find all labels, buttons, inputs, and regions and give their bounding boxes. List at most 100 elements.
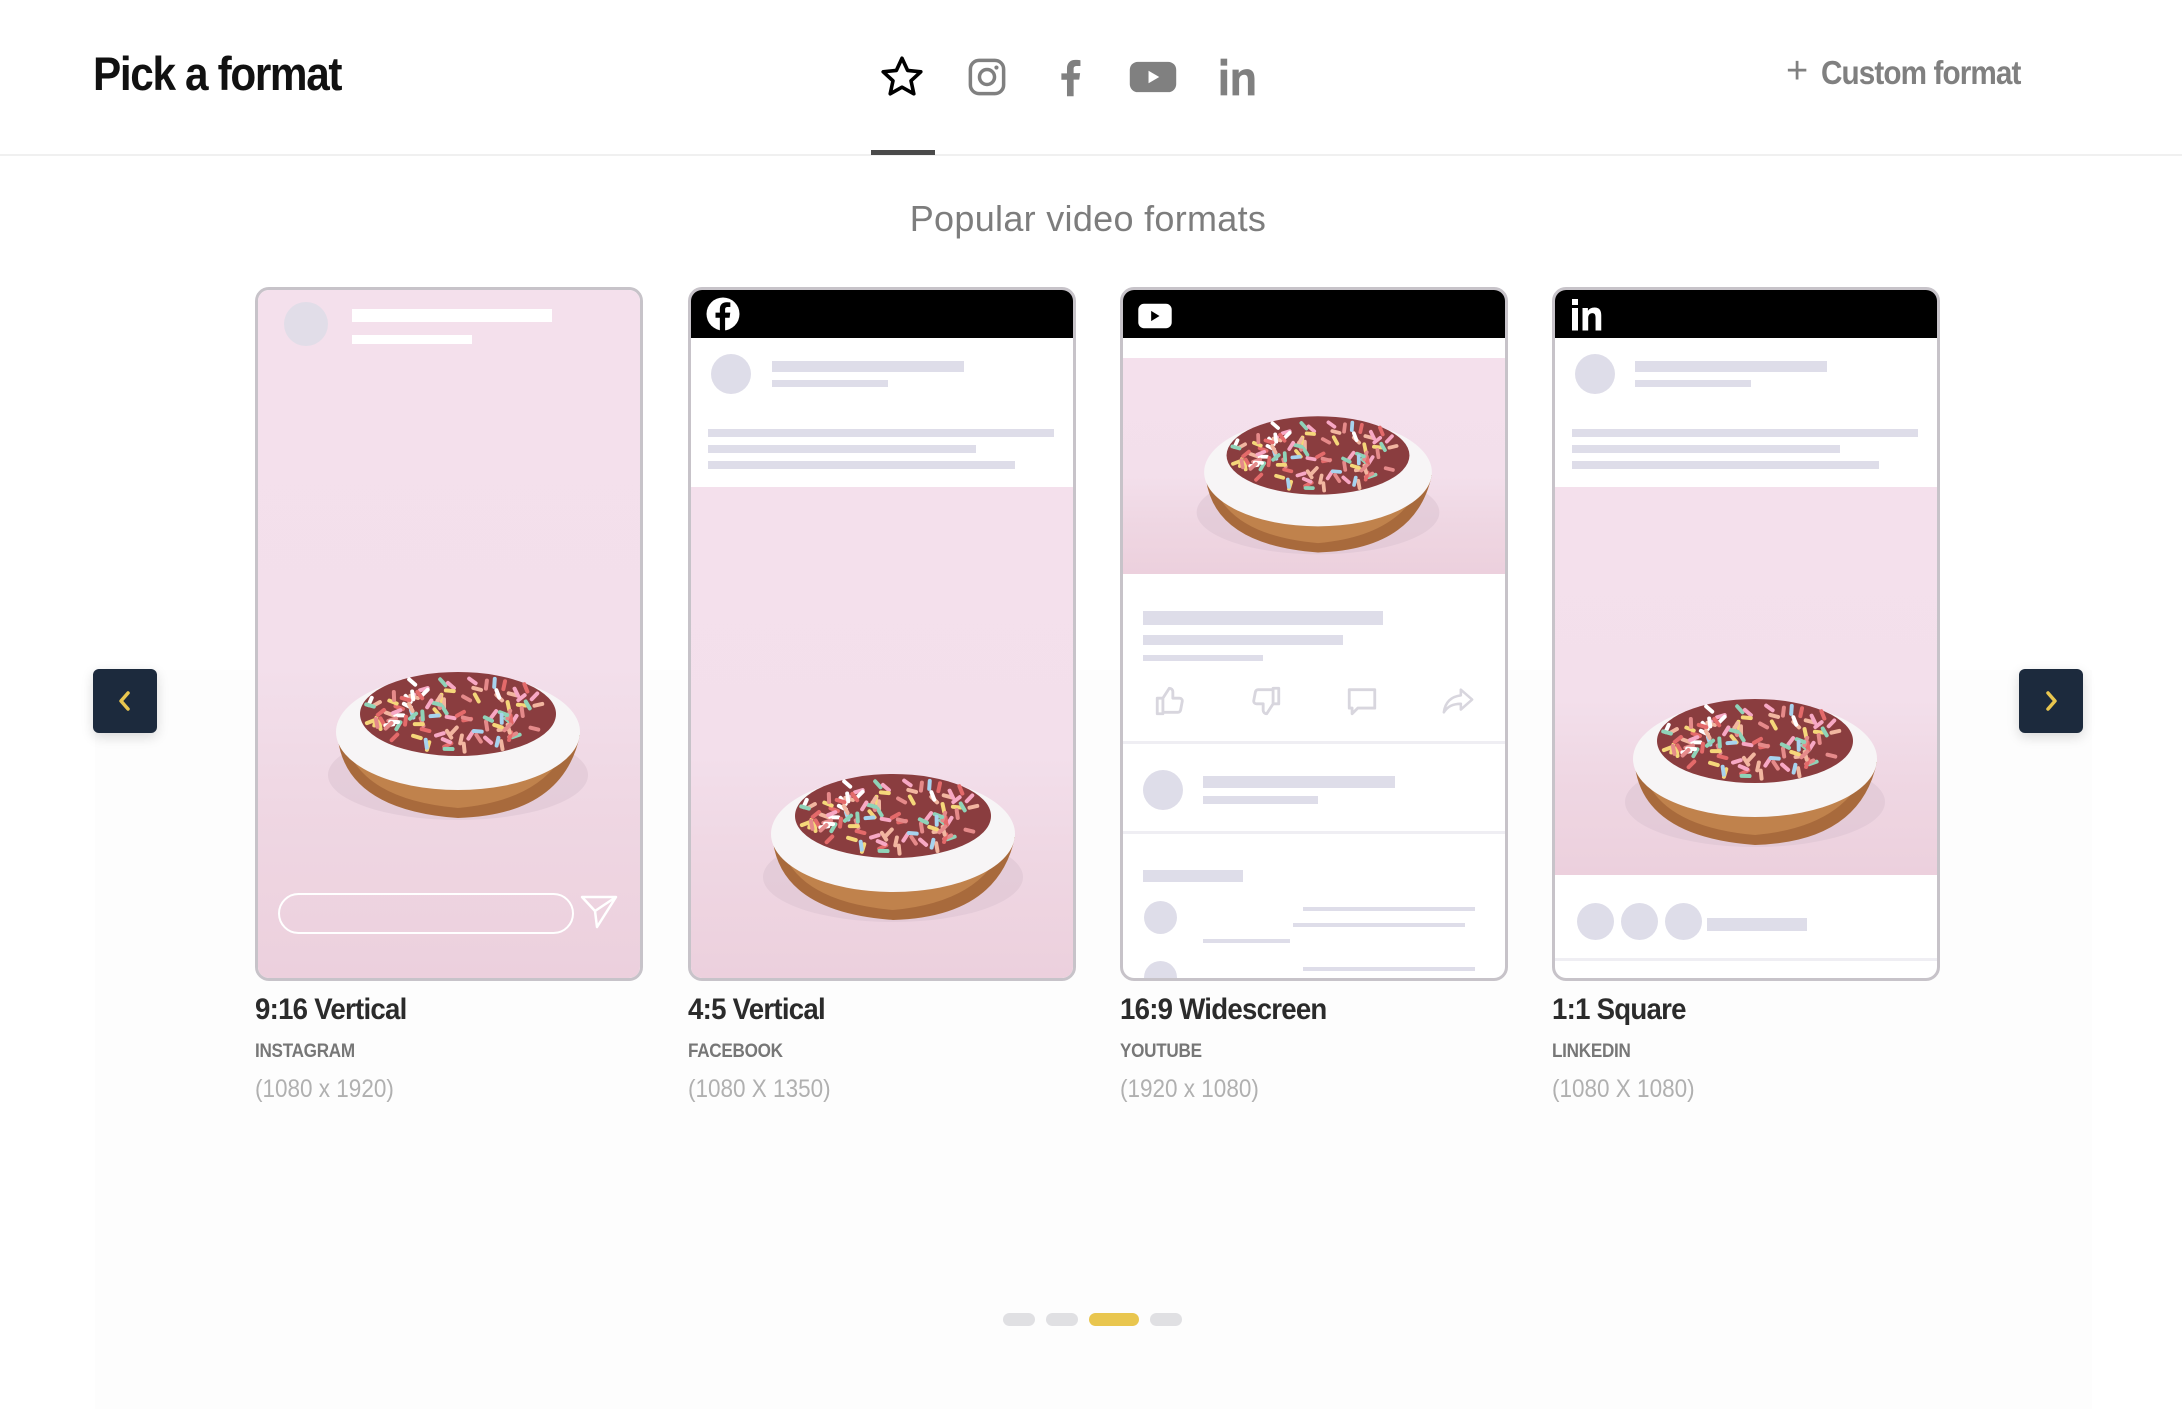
card-preview[interactable]: [688, 287, 1076, 981]
card-platform: LINKEDIN: [1552, 1041, 1631, 1062]
pagination-dot[interactable]: [1150, 1313, 1182, 1326]
text-placeholder: [708, 445, 976, 453]
section-subtitle: Popular video formats: [909, 198, 1267, 239]
tab-popular[interactable]: [872, 50, 932, 104]
reaction-placeholder: [1621, 903, 1658, 940]
thumbs-down-icon: [1252, 686, 1281, 716]
card-preview[interactable]: [1120, 287, 1508, 981]
linkedin-icon: [1572, 299, 1602, 331]
plus-icon: +: [1786, 50, 1808, 92]
text-placeholder: [1143, 655, 1263, 661]
tab-facebook[interactable]: [1041, 50, 1101, 104]
card-title: 9:16 Vertical: [255, 993, 407, 1026]
text-placeholder: [1203, 796, 1318, 804]
active-tab-indicator: [871, 150, 935, 155]
card-header-bar: [1555, 290, 1937, 338]
text-placeholder: [1707, 918, 1807, 931]
reaction-placeholder: [1665, 903, 1702, 940]
youtube-icon: [1138, 303, 1172, 329]
text-placeholder: [1572, 445, 1840, 453]
text-placeholder: [708, 429, 1054, 437]
custom-format-label: Custom format: [1821, 54, 2021, 91]
facebook-icon: [706, 297, 740, 332]
text-placeholder: [1293, 923, 1465, 927]
donut-photo: [1555, 487, 1937, 875]
custom-format-button[interactable]: + Custom format: [1786, 50, 2043, 92]
avatar-placeholder: [284, 302, 328, 346]
text-placeholder: [772, 380, 888, 387]
text-placeholder: [1143, 635, 1343, 645]
avatar-placeholder: [1144, 961, 1177, 978]
format-card-linkedin[interactable]: 1:1 Square LINKEDIN (1080 X 1080): [1552, 287, 1940, 1104]
card-preview[interactable]: [255, 287, 643, 981]
card-platform: INSTAGRAM: [255, 1041, 355, 1062]
page-title: Pick a format: [93, 47, 342, 100]
instagram-icon: [968, 58, 1006, 96]
carousel-prev-button[interactable]: [93, 669, 157, 733]
pagination-dot[interactable]: [1046, 1313, 1078, 1326]
text-placeholder: [1143, 870, 1243, 882]
card-title: 1:1 Square: [1552, 993, 1687, 1026]
donut-photo: [258, 290, 640, 978]
carousel-next-button[interactable]: [2019, 669, 2083, 733]
text-placeholder: [1572, 429, 1918, 437]
donut-photo: [691, 487, 1073, 978]
message-input[interactable]: [278, 893, 574, 934]
card-platform: FACEBOOK: [688, 1041, 783, 1062]
format-card-instagram[interactable]: 9:16 Vertical INSTAGRAM (1080 x 1920): [255, 287, 643, 1104]
format-card-youtube[interactable]: 16:9 Widescreen YOUTUBE (1920 x 1080): [1120, 287, 1508, 1104]
donut-photo: [1123, 358, 1505, 574]
text-placeholder: [1303, 907, 1475, 911]
card-dimensions: (1920 x 1080): [1120, 1075, 1259, 1103]
card-header-bar: [1123, 290, 1505, 338]
thumbs-up-icon: [1155, 686, 1184, 716]
youtube-icon: [1129, 61, 1177, 93]
text-placeholder: [1203, 776, 1395, 788]
divider: [1123, 831, 1505, 834]
card-preview[interactable]: [1552, 287, 1940, 981]
donut-illustration: [763, 774, 1023, 922]
comment-icon: [1347, 688, 1377, 716]
divider: [1123, 741, 1505, 744]
carousel-pagination: [1003, 1313, 1182, 1326]
avatar-placeholder: [1575, 354, 1615, 394]
facebook-icon: [1061, 59, 1081, 97]
text-placeholder: [1203, 939, 1290, 943]
tab-linkedin[interactable]: [1208, 50, 1268, 104]
linkedin-icon: [1220, 58, 1255, 96]
chevron-right-icon: [2046, 691, 2057, 711]
tab-youtube[interactable]: [1123, 50, 1183, 104]
text-placeholder: [772, 361, 964, 372]
card-title: 16:9 Widescreen: [1120, 993, 1327, 1026]
reaction-placeholder: [1577, 903, 1614, 940]
text-placeholder: [352, 335, 472, 344]
donut-illustration: [328, 672, 588, 820]
text-placeholder: [1303, 967, 1475, 971]
donut-illustration: [1625, 699, 1885, 847]
donut-illustration: [1196, 416, 1440, 555]
avatar-placeholder: [711, 354, 751, 394]
send-icon[interactable]: [579, 894, 619, 930]
avatar-placeholder: [1144, 901, 1177, 934]
chevron-left-icon: [119, 691, 130, 711]
avatar-placeholder: [1143, 770, 1183, 810]
card-dimensions: (1080 X 1080): [1552, 1075, 1695, 1103]
format-card-facebook[interactable]: 4:5 Vertical FACEBOOK (1080 X 1350): [688, 287, 1076, 1104]
header: Pick a format + Custom format: [0, 0, 2182, 156]
pagination-dot-active[interactable]: [1089, 1313, 1139, 1326]
card-platform: YOUTUBE: [1120, 1041, 1202, 1062]
pagination-dot[interactable]: [1003, 1313, 1035, 1326]
text-placeholder: [708, 461, 1015, 469]
text-placeholder: [1635, 361, 1827, 372]
card-dimensions: (1080 x 1920): [255, 1075, 394, 1103]
card-title: 4:5 Vertical: [688, 993, 826, 1026]
star-icon: [881, 56, 923, 96]
text-placeholder: [352, 309, 552, 322]
divider: [1555, 958, 1937, 961]
tab-instagram[interactable]: [957, 50, 1017, 104]
text-placeholder: [1635, 380, 1751, 387]
share-icon: [1442, 688, 1474, 714]
text-placeholder: [1143, 611, 1383, 625]
text-placeholder: [1572, 461, 1879, 469]
card-header-bar: [691, 290, 1073, 338]
